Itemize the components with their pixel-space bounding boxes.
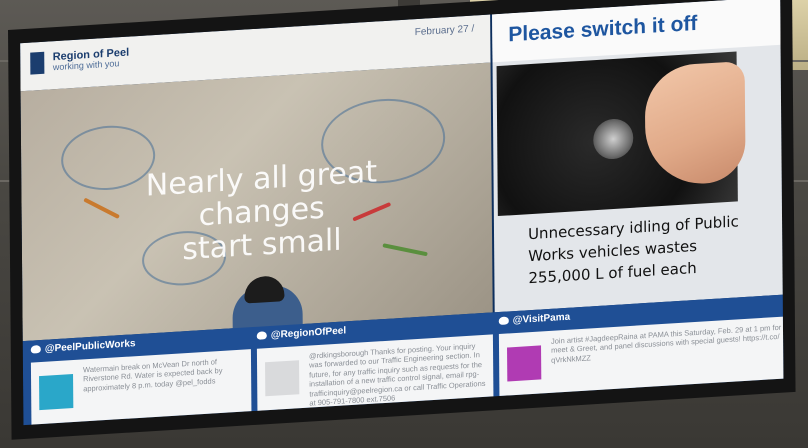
hero-caption: Nearly all great changes start small: [145, 154, 378, 268]
idling-panel: Please switch it off Unnecessary idling …: [492, 0, 784, 313]
tweet-text: @rdkingsborough Thanks for posting. Your…: [308, 341, 486, 408]
tweet-body: @rdkingsborough Thanks for posting. Your…: [256, 334, 494, 415]
idling-message: Unnecessary idling of Public Works vehic…: [527, 212, 739, 287]
idling-panel-header: Please switch it off: [492, 0, 784, 63]
person-hat: [244, 275, 285, 304]
tweet-card: @VisitPama Join artist #JagdeepRaina at …: [498, 298, 784, 400]
tweet-body: Watermain break on McVean Dr north of Ri…: [30, 349, 252, 426]
tweet-thumbnail: [39, 374, 74, 411]
tweet-text: Watermain break on McVean Dr north of Ri…: [82, 357, 223, 394]
brand-tagline: working with you: [52, 58, 120, 73]
hero-image: Nearly all great changes start small: [20, 62, 493, 349]
hand-turning-key: [644, 60, 746, 188]
tweet-thumbnail: [265, 360, 300, 397]
monitor: Region of Peel working with you February…: [8, 0, 796, 440]
region-logo-icon: [30, 51, 45, 75]
date-label: February 27 /: [414, 23, 475, 39]
ignition-key-icon: [593, 117, 634, 161]
idling-panel-title: Please switch it off: [508, 11, 698, 47]
twitter-bird-icon: [498, 316, 509, 326]
twitter-bird-icon: [256, 331, 267, 341]
signage-screen: Region of Peel working with you February…: [20, 0, 784, 426]
brand-name: Region of Peel working with you: [52, 46, 130, 73]
tweet-card: @RegionOfPeel @rdkingsborough Thanks for…: [256, 316, 494, 415]
ignition-photo: [496, 51, 746, 217]
tweet-card: @PeelPublicWorks Watermain break on McVe…: [30, 331, 252, 426]
tweet-text: Join artist #JagdeepRaina at PAMA this S…: [550, 322, 784, 365]
twitter-bird-icon: [30, 345, 41, 354]
region-logo: Region of Peel working with you: [30, 47, 129, 75]
tweet-thumbnail: [507, 345, 542, 382]
